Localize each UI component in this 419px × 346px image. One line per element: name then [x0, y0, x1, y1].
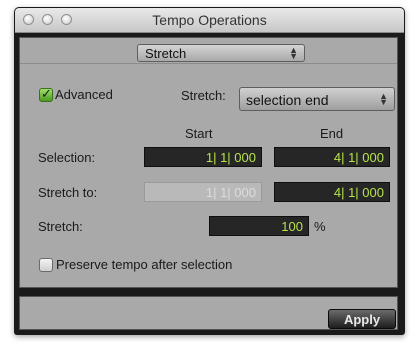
- stretch-mode-value: selection end: [246, 92, 329, 108]
- popup-arrows-icon: ▲ ▼: [379, 91, 388, 107]
- selection-start-field[interactable]: 1| 1| 000: [144, 147, 262, 167]
- end-column-header: End: [320, 126, 344, 141]
- selection-label: Selection:: [38, 150, 96, 165]
- stretch-to-start-field: 1| 1| 000: [144, 182, 262, 202]
- tempo-operations-window: Tempo Operations Stretch ▲ ▼ ✓ Advanced S…: [14, 7, 405, 335]
- stretch-mode-label: Stretch:: [181, 88, 226, 103]
- start-column-header: Start: [185, 126, 213, 141]
- percent-unit-label: %: [314, 219, 326, 234]
- stretch-to-label: Stretch to:: [38, 185, 98, 200]
- advanced-label: Advanced: [55, 87, 113, 102]
- stretch-percent-field[interactable]: 100: [209, 216, 309, 236]
- operation-popup-value: Stretch: [145, 46, 187, 61]
- title-bar: Tempo Operations: [15, 8, 404, 33]
- stretch-mode-popup[interactable]: selection end ▲ ▼: [239, 87, 395, 111]
- preserve-tempo-checkbox[interactable]: [39, 258, 53, 272]
- stretch-percent-label: Stretch:: [38, 219, 83, 234]
- tempo-operations-panel: Stretch ▲ ▼ ✓ Advanced Stretch: selection…: [19, 37, 398, 288]
- apply-button[interactable]: Apply: [328, 309, 396, 329]
- stretch-to-end-field[interactable]: 4| 1| 000: [274, 182, 390, 202]
- preserve-tempo-label: Preserve tempo after selection: [56, 257, 233, 272]
- selection-end-field[interactable]: 4| 1| 000: [274, 147, 390, 167]
- operation-popup-menu[interactable]: Stretch ▲ ▼: [137, 44, 305, 62]
- popup-arrows-icon: ▲ ▼: [289, 45, 298, 61]
- advanced-checkbox[interactable]: ✓: [39, 86, 53, 102]
- window-title: Tempo Operations: [152, 12, 267, 28]
- checkmark-icon: ✓: [41, 86, 52, 101]
